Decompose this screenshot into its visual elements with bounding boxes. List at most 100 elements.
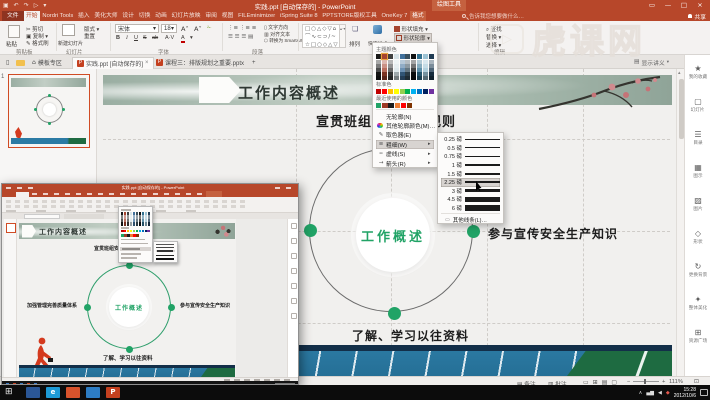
ribbon-tab-动画[interactable]: 动画 — [153, 11, 169, 21]
tell-me-search[interactable]: 告诉我您想要做什么… — [462, 11, 524, 21]
theme-variant-3-4[interactable] — [394, 76, 399, 80]
zoom-out-button[interactable]: − — [627, 379, 630, 385]
fit-slide-button[interactable]: ⊡ — [694, 379, 699, 385]
shadow-button[interactable]: ab — [152, 35, 158, 41]
action-center-icon[interactable] — [700, 389, 708, 396]
taskbar-powerpoint-icon[interactable]: P — [106, 387, 120, 398]
standard-color-4[interactable] — [400, 89, 405, 94]
diagram-left-dot[interactable] — [304, 224, 317, 237]
alignment-buttons[interactable]: ☰ ☰ ☰ ▤ — [228, 34, 253, 40]
ribbon-tab-FILEminimizer[interactable]: FILEminimizer — [236, 11, 278, 21]
doc-tab-active[interactable]: P 实践.ppt [自动保存的] × — [72, 57, 154, 70]
strikethrough-button[interactable]: S — [143, 35, 147, 41]
outline-menu-item-color-wheel[interactable]: 其他轮廓颜色(M)… — [376, 121, 434, 130]
taskbar-app-blue-icon[interactable] — [86, 387, 100, 398]
weight-option-4[interactable]: 1.5 磅 — [441, 169, 500, 178]
diagram-right-dot[interactable] — [467, 225, 480, 238]
format-painter-button[interactable]: ✎ 格式刷 — [26, 39, 49, 47]
ribbon-display-options-icon[interactable]: ▭ — [644, 0, 660, 11]
sidebar-item-更换背景[interactable]: ↻更换背景 — [685, 253, 710, 286]
weight-option-2[interactable]: 0.75 磅 — [441, 152, 500, 161]
weight-option-1[interactable]: 0.5 磅 — [441, 144, 500, 153]
sidebar-item-目录[interactable]: ☰目录 — [685, 121, 710, 154]
standard-color-1[interactable] — [382, 89, 387, 94]
network-icon[interactable]: ▄▆ — [646, 390, 654, 396]
diagram-bottom-dot[interactable] — [388, 307, 401, 320]
zoom-slider-thumb[interactable] — [644, 379, 646, 384]
font-color-button[interactable]: A — [181, 35, 185, 43]
sidebar-item-整体美化[interactable]: ✦整体美化 — [685, 286, 710, 319]
close-icon[interactable]: × — [692, 0, 708, 11]
ribbon-tab-格式[interactable]: 格式 — [410, 11, 426, 21]
standard-color-7[interactable] — [417, 89, 422, 94]
align-text-button[interactable]: ▥ 对齐文本 — [264, 31, 290, 38]
start-button[interactable]: ⊞ — [5, 388, 13, 397]
bold-button[interactable]: B — [116, 35, 120, 41]
font-name-select[interactable]: 宋体▾ — [115, 24, 159, 33]
weight-option-7[interactable]: 4.5 磅 — [441, 195, 500, 204]
qat-customize-icon[interactable]: ▾ — [43, 2, 46, 9]
outline-menu-item-eyedropper[interactable]: ✎取色器(E) — [376, 130, 434, 139]
scrollbar-thumb[interactable] — [679, 79, 684, 139]
theme-variant-0-4[interactable] — [376, 76, 381, 80]
standard-color-6[interactable] — [411, 89, 416, 94]
quick-access-toolbar[interactable]: ▣↶↷▷▾ — [3, 0, 46, 11]
font-size-select[interactable]: 18▾ — [161, 24, 177, 33]
char-spacing-button[interactable]: A·V — [165, 35, 174, 41]
theme-color-7[interactable] — [417, 54, 422, 59]
zoom-in-button[interactable]: + — [662, 379, 665, 385]
theme-variant-6-4[interactable] — [411, 76, 416, 80]
taskbar-app-window-icon[interactable] — [26, 387, 40, 398]
doc-tab-other[interactable]: P 课程三：排版规划之重要.pptx — [152, 57, 248, 70]
weight-option-8[interactable]: 6 磅 — [441, 204, 500, 213]
standard-color-3[interactable] — [394, 89, 399, 94]
arrange-button[interactable]: 排列 — [349, 40, 360, 48]
new-tab-button[interactable]: + — [248, 57, 260, 70]
zoom-slider[interactable] — [633, 381, 659, 382]
slideshow-icon[interactable]: ▷ — [34, 2, 39, 9]
recent-color-4[interactable] — [401, 103, 406, 108]
text-direction-button[interactable]: ▯ 文字方向 — [264, 24, 288, 31]
share-button[interactable]: 共享 — [688, 11, 706, 21]
theme-variant-2-4[interactable] — [388, 76, 393, 80]
shrink-font-button[interactable]: A˅ — [194, 25, 202, 33]
font-color-dropdown[interactable]: ▾ — [190, 35, 193, 41]
theme-variant-8-4[interactable] — [423, 76, 428, 80]
paste-button[interactable]: 粘贴 — [6, 40, 17, 48]
ribbon-tab-插入[interactable]: 插入 — [76, 11, 92, 21]
standard-color-2[interactable] — [388, 89, 393, 94]
bullets-numbering-buttons[interactable]: ⋮≡ ⋮≡ ≡ — [228, 25, 256, 31]
theme-color-9[interactable] — [429, 54, 434, 59]
shape-fill-button[interactable]: 形状填充 ▾ — [394, 25, 428, 33]
smartart-button[interactable]: ⬡ 转换为 SmartArt — [264, 38, 302, 44]
system-tray[interactable]: ∧▄▆◀◆ 15:28 2012/10/6 — [639, 385, 708, 400]
standard-color-0[interactable] — [376, 89, 381, 94]
recent-color-1[interactable] — [382, 103, 387, 108]
ribbon-tab-文件[interactable]: 文件 — [2, 11, 24, 21]
redo-icon[interactable]: ↷ — [24, 2, 29, 9]
more-lines-item[interactable]: ▭ 其他线条(L)… — [441, 215, 500, 224]
theme-color-2[interactable] — [388, 54, 393, 59]
recent-color-0[interactable] — [376, 103, 381, 108]
weight-option-3[interactable]: 1 磅 — [441, 161, 500, 170]
undo-icon[interactable]: ↶ — [14, 2, 19, 9]
open-folder-icon[interactable] — [12, 57, 29, 70]
ribbon-tab-开始[interactable]: 开始 — [24, 11, 40, 21]
sidebar-item-形状[interactable]: ◇形状 — [685, 220, 710, 253]
show-notes-toggle[interactable]: ▤ 显示讲义 ▾ — [634, 57, 669, 67]
theme-color-6[interactable] — [411, 54, 416, 59]
sidebar-item-幻灯片[interactable]: ▢幻灯片 — [685, 88, 710, 121]
italic-button[interactable]: I — [126, 35, 128, 41]
doc-tab-template-zone[interactable]: ⌂ 模板专区 — [28, 57, 66, 70]
zoom-level[interactable]: 111% — [669, 379, 683, 385]
outline-menu-item-line-arrow[interactable]: →箭头(R)▸ — [376, 158, 434, 167]
outline-menu-item-no-outline[interactable]: 无轮廓(N) — [376, 111, 434, 120]
taskbar-clock[interactable]: 15:28 2012/10/6 — [674, 387, 696, 399]
weight-option-5[interactable]: 2.25 磅 — [441, 178, 500, 187]
shapes-gallery[interactable]: □○△◇▽⌂⌒∿⊂⊃/~☆□○◇△▽ — [302, 24, 340, 48]
sidebar-item-图示[interactable]: ▦图示 — [685, 154, 710, 187]
recent-color-2[interactable] — [388, 103, 393, 108]
ribbon-tab-视图[interactable]: 视图 — [219, 11, 235, 21]
grow-font-button[interactable]: A˄ — [181, 25, 189, 33]
ribbon-tab-设计[interactable]: 设计 — [120, 11, 136, 21]
